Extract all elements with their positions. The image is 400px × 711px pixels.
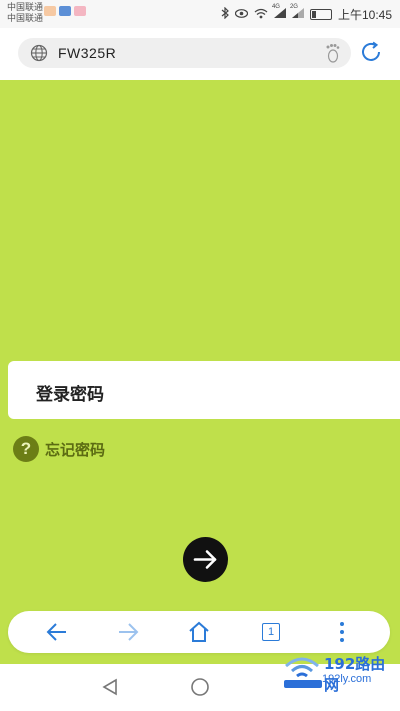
- status-bar: 中国联通 中国联通 4G 2G 上午10:45: [0, 0, 400, 28]
- router-logo-icon: [284, 657, 322, 688]
- battery-level: [311, 11, 317, 18]
- globe-icon: [30, 44, 48, 67]
- signal-label-1: 4G: [271, 4, 280, 10]
- carrier-2: 中国联通: [7, 13, 44, 23]
- footprint-icon[interactable]: [325, 43, 341, 68]
- more-icon[interactable]: [330, 620, 354, 644]
- forgot-password-link[interactable]: ? 忘记密码: [13, 436, 105, 462]
- carrier-1: 中国联通: [7, 2, 44, 12]
- nav-back-icon[interactable]: [100, 677, 120, 702]
- url-field[interactable]: FW325R: [18, 38, 351, 68]
- battery-icon: [309, 9, 332, 20]
- login-submit-button[interactable]: [183, 537, 228, 582]
- signal-label-2: 2G: [289, 4, 298, 10]
- system-icons: 4G 2G 上午10:45: [221, 4, 392, 23]
- password-placeholder: 登录密码: [36, 385, 104, 405]
- question-icon: ?: [13, 436, 39, 462]
- site-watermark: 192路由网 192ly.com: [278, 650, 398, 694]
- notification-icons: [44, 6, 86, 16]
- password-input[interactable]: 登录密码: [8, 361, 400, 419]
- eye-icon: [234, 8, 249, 21]
- home-icon[interactable]: [187, 620, 211, 644]
- bluetooth-icon: [221, 6, 229, 22]
- url-text[interactable]: FW325R: [58, 45, 116, 61]
- browser-address-area: FW325R: [0, 28, 400, 80]
- router-login-page: 登录密码 ? 忘记密码: [0, 80, 400, 664]
- wifi-icon: [254, 8, 268, 22]
- signal-icon: 4G: [272, 4, 286, 21]
- nav-home-icon[interactable]: [190, 677, 210, 702]
- browser-toolbar: 1: [8, 611, 390, 653]
- weibo-icon: [44, 6, 56, 16]
- watermark-url: 192ly.com: [322, 673, 372, 685]
- signal-icon: 2G: [290, 4, 304, 21]
- tab-count: 1: [262, 623, 280, 641]
- refresh-icon[interactable]: [359, 40, 383, 69]
- forgot-password-label[interactable]: 忘记密码: [45, 439, 105, 460]
- news-icon: [59, 6, 71, 16]
- back-icon[interactable]: [45, 620, 69, 644]
- carrier-info: 中国联通 中国联通: [7, 2, 43, 24]
- arrow-right-icon: [193, 550, 217, 569]
- tabs-icon[interactable]: 1: [259, 620, 283, 644]
- clock: 上午10:45: [337, 8, 392, 22]
- forward-icon[interactable]: [116, 620, 140, 644]
- app-icon: [74, 6, 86, 16]
